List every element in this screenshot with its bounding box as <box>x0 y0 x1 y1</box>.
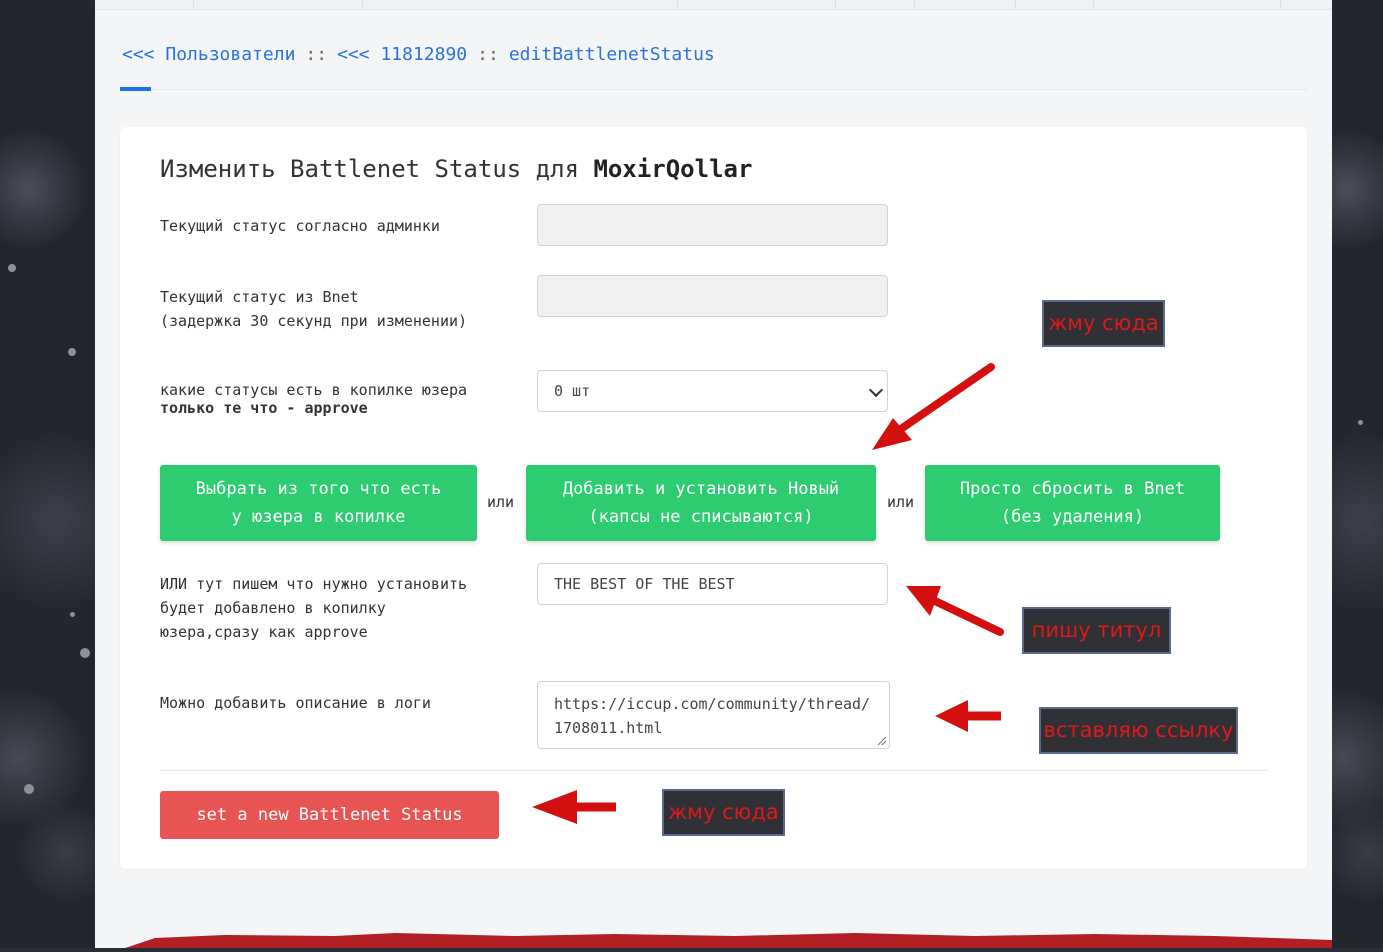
new-title-label-line: ИЛИ тут пишем что нужно установить <box>160 575 468 593</box>
edit-status-card: Изменить Battlenet Status для MoxirQolla… <box>120 127 1307 869</box>
new-title-input[interactable]: THE BEST OF THE BEST <box>537 563 888 605</box>
background-dot <box>8 264 16 272</box>
background-right <box>1332 0 1383 948</box>
annotation-note-top: жму сюда <box>1042 300 1165 347</box>
choose-from-stash-button[interactable]: Выбрать из того что есть у юзера в копил… <box>160 465 477 541</box>
admin-status-field <box>537 204 888 246</box>
footer-wave-shape <box>125 933 1332 948</box>
select-value: 0 шт <box>554 382 591 400</box>
button-line: Просто сбросить в Bnet <box>959 479 1186 499</box>
chevron-down-icon <box>868 382 884 398</box>
background-dot <box>24 784 34 794</box>
stash-label-line: какие статусы есть в копилке юзера <box>160 381 468 399</box>
bnet-status-label-line: Текущий статус из Bnet <box>160 288 359 306</box>
textarea-value: https://iccup.com/community/thread/17080… <box>554 695 871 737</box>
button-line: (капсы не списываются) <box>588 507 814 527</box>
form-divider <box>160 770 1267 771</box>
stash-statuses-select[interactable]: 0 шт <box>537 370 888 412</box>
back-arrows: <<< <box>337 44 370 65</box>
new-title-label-line: будет добавлено в копилку <box>160 599 386 617</box>
breadcrumb-back-users[interactable]: <<< Пользователи <box>122 44 295 65</box>
bnet-status-label-line: (задержка 30 секунд при изменении) <box>160 312 468 330</box>
breadcrumb-current[interactable]: editBattlenetStatus <box>509 44 715 65</box>
background-dot <box>80 648 90 658</box>
page-title: Изменить Battlenet Status для MoxirQolla… <box>160 155 752 183</box>
title-prefix: Изменить Battlenet Status для <box>160 155 580 183</box>
annotation-note-title: пишу титул <box>1022 607 1171 654</box>
add-and-set-new-button[interactable]: Добавить и установить Новый (капсы не сп… <box>526 465 876 541</box>
log-description-textarea[interactable]: https://iccup.com/community/thread/17080… <box>537 681 890 749</box>
footer-wave <box>95 924 1332 948</box>
back-arrows: <<< <box>122 44 155 65</box>
breadcrumb-separator: :: <box>477 44 499 65</box>
breadcrumb-users-label: Пользователи <box>165 44 296 65</box>
new-title-label: ИЛИ тут пишем что нужно установить будет… <box>160 572 467 644</box>
button-line: Выбрать из того что есть <box>195 479 442 499</box>
breadcrumb-separator: :: <box>305 44 328 65</box>
background-dot <box>70 612 75 617</box>
breadcrumb-active-underline <box>120 87 151 91</box>
breadcrumb-back-user[interactable]: <<< 11812890 <box>337 44 467 65</box>
top-navbar <box>95 0 1332 10</box>
background-left <box>0 0 95 948</box>
button-line: Добавить и установить Новый <box>562 479 840 499</box>
button-line: у юзера в копилке <box>231 507 406 527</box>
or-label: или <box>487 493 515 511</box>
background-dot <box>68 348 76 356</box>
bnet-status-field <box>537 275 888 317</box>
breadcrumb: <<< Пользователи:: <<< 11812890:: editBatt… <box>122 44 715 65</box>
submit-button[interactable]: set a new Battlenet Status <box>160 791 499 839</box>
breadcrumb-user-id: 11812890 <box>380 44 468 65</box>
title-username: MoxirQollar <box>593 155 753 183</box>
reset-bnet-button[interactable]: Просто сбросить в Bnet (без удаления) <box>925 465 1220 541</box>
bnet-status-label: Текущий статус из Bnet (задержка 30 секу… <box>160 285 467 333</box>
annotation-note-submit: жму сюда <box>662 789 785 836</box>
or-label: или <box>887 493 915 511</box>
annotation-note-link: вставляю ссылку <box>1039 707 1238 754</box>
background-dot <box>1358 420 1363 425</box>
new-title-label-line: юзера,сразу как approve <box>160 623 368 641</box>
button-line: (без удаления) <box>1000 507 1145 527</box>
resize-handle[interactable] <box>878 737 886 745</box>
admin-status-label: Текущий статус согласно админки <box>160 217 440 235</box>
stash-label-bold: только те что - approve <box>160 399 368 417</box>
log-description-label: Можно добавить описание в логи <box>160 694 431 712</box>
stash-statuses-label: какие статусы есть в копилке юзера тольк… <box>160 381 467 417</box>
breadcrumb-rule <box>151 89 1307 90</box>
